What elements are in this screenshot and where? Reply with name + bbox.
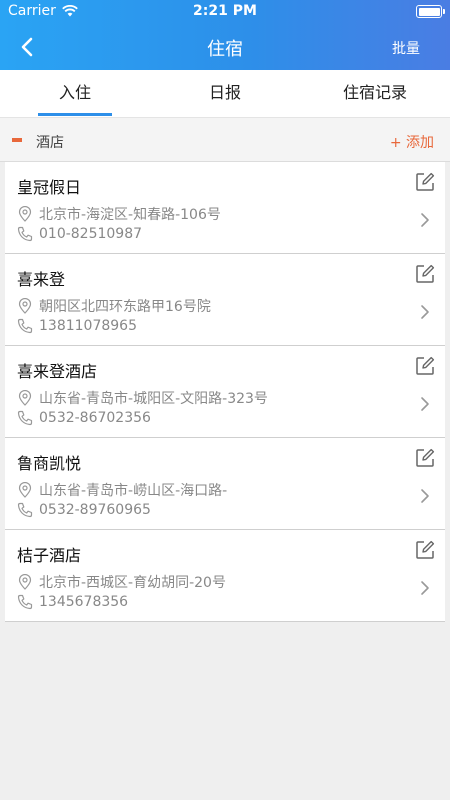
location-pin-icon (18, 206, 32, 222)
address-row: 北京市-西城区-育幼胡同-20号 (17, 572, 226, 592)
phone-row: 1345678356 (17, 594, 128, 610)
chevron-right-icon[interactable] (419, 488, 431, 504)
location-pin-icon (18, 298, 32, 314)
battery-icon (416, 5, 445, 18)
hotel-address: 山东省-青岛市-崂山区-海口路- (39, 483, 228, 499)
hotel-name: 喜来登 (17, 270, 66, 289)
hotel-phone: 0532-86702356 (39, 410, 151, 426)
section-marker (12, 138, 22, 142)
phone-icon (17, 226, 33, 242)
header: Carrier 2:21 PM 住宿 批量 (0, 0, 450, 70)
hotel-name: 喜来登酒店 (17, 362, 98, 381)
list-item[interactable]: 桔子酒店 北京市-西城区-育幼胡同-20号 1345678356 (5, 530, 445, 622)
hotel-phone: 010-82510987 (39, 226, 143, 242)
edit-icon[interactable] (415, 356, 435, 376)
tab-daily-report[interactable]: 日报 (150, 70, 300, 117)
phone-icon (17, 318, 33, 334)
hotel-phone: 13811078965 (39, 318, 137, 334)
hotel-list: 皇冠假日 北京市-海淀区-知春路-106号 010-82510987 喜来登 朝… (5, 162, 445, 622)
hotel-phone: 0532-89760965 (39, 502, 151, 518)
hotel-address: 北京市-西城区-育幼胡同-20号 (39, 575, 226, 591)
location-pin-icon (18, 482, 32, 498)
list-item[interactable]: 皇冠假日 北京市-海淀区-知春路-106号 010-82510987 (5, 162, 445, 254)
hotel-name: 鲁商凯悦 (17, 454, 82, 473)
tab-checkin[interactable]: 入住 (0, 70, 150, 117)
edit-icon[interactable] (415, 264, 435, 284)
hotel-name: 皇冠假日 (17, 178, 82, 197)
chevron-right-icon[interactable] (419, 212, 431, 228)
address-row: 山东省-青岛市-崂山区-海口路- (17, 480, 227, 500)
list-item[interactable]: 喜来登 朝阳区北四环东路甲16号院 13811078965 (5, 254, 445, 346)
hotel-address: 朝阳区北四环东路甲16号院 (39, 299, 211, 315)
list-item[interactable]: 喜来登酒店 山东省-青岛市-城阳区-文阳路-323号 0532-86702356 (5, 346, 445, 438)
edit-icon[interactable] (415, 448, 435, 468)
tab-indicator (38, 113, 112, 116)
page-title: 住宿 (207, 39, 243, 60)
hotel-address: 北京市-海淀区-知春路-106号 (39, 207, 221, 223)
section-title: 酒店 (36, 135, 64, 151)
phone-row: 13811078965 (17, 318, 137, 334)
edit-icon[interactable] (415, 540, 435, 560)
phone-icon (17, 410, 33, 426)
phone-row: 010-82510987 (17, 226, 142, 242)
location-pin-icon (18, 390, 32, 406)
edit-icon[interactable] (415, 172, 435, 192)
batch-button[interactable]: 批量 (392, 38, 420, 58)
location-pin-icon (18, 574, 32, 590)
address-row: 朝阳区北四环东路甲16号院 (17, 296, 211, 316)
phone-row: 0532-86702356 (17, 410, 151, 426)
address-row: 山东省-青岛市-城阳区-文阳路-323号 (17, 388, 268, 408)
chevron-right-icon[interactable] (419, 580, 431, 596)
phone-icon (17, 594, 33, 610)
chevron-right-icon[interactable] (419, 396, 431, 412)
section-header: 酒店 + 添加 (0, 117, 450, 162)
phone-row: 0532-89760965 (17, 502, 151, 518)
list-item[interactable]: 鲁商凯悦 山东省-青岛市-崂山区-海口路- 0532-89760965 (5, 438, 445, 530)
phone-icon (17, 502, 33, 518)
nav-bar: 住宿 批量 (0, 24, 450, 70)
chevron-right-icon[interactable] (419, 304, 431, 320)
status-bar: Carrier 2:21 PM (0, 0, 450, 24)
status-time: 2:21 PM (193, 3, 257, 19)
hotel-address: 山东省-青岛市-城阳区-文阳路-323号 (39, 391, 268, 407)
hotel-phone: 1345678356 (39, 594, 129, 610)
tab-accommodation-records[interactable]: 住宿记录 (300, 70, 450, 117)
add-hotel-button[interactable]: + 添加 (390, 132, 434, 152)
tab-bar: 入住 日报 住宿记录 (0, 70, 450, 117)
address-row: 北京市-海淀区-知春路-106号 (17, 204, 221, 224)
hotel-name: 桔子酒店 (17, 546, 82, 565)
